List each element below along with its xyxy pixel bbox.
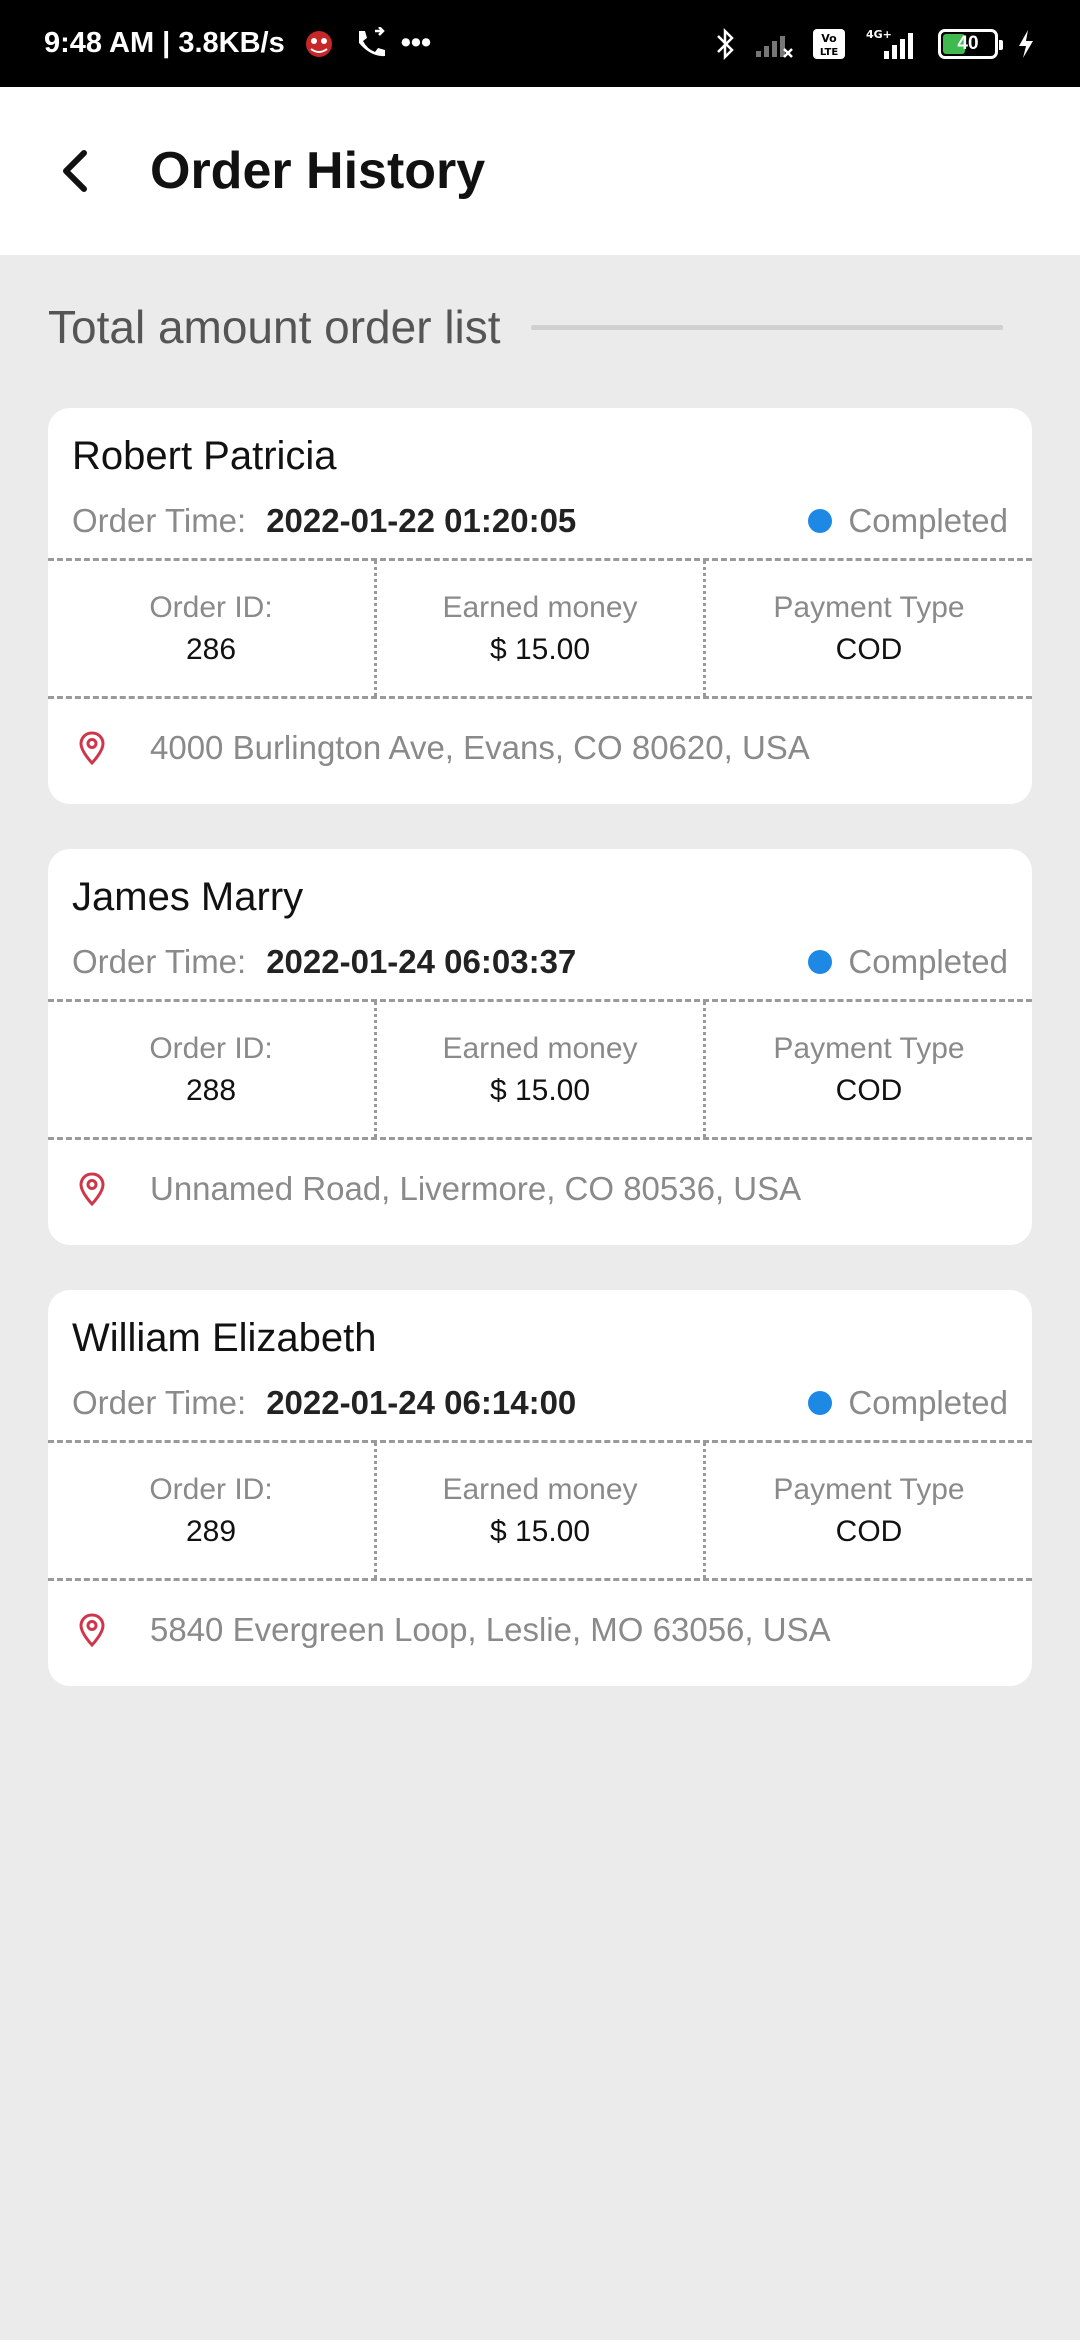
order-time-label: Order Time: bbox=[72, 1384, 247, 1421]
payment-type-column: Payment Type COD bbox=[703, 561, 1032, 696]
signal-weak-icon bbox=[754, 29, 794, 59]
order-id-label: Order ID: bbox=[149, 1472, 273, 1506]
order-time-value: 2022-01-24 06:03:37 bbox=[266, 943, 577, 980]
order-id-column: Order ID: 286 bbox=[48, 561, 374, 696]
order-card[interactable]: Robert Patricia Order Time: 2022-01-22 0… bbox=[48, 408, 1032, 804]
order-time-label: Order Time: bbox=[72, 502, 247, 539]
divider bbox=[48, 1137, 1032, 1140]
order-id-value: 289 bbox=[185, 1514, 237, 1548]
earned-money-label: Earned money bbox=[442, 590, 638, 624]
location-pin-icon bbox=[72, 1169, 112, 1209]
volte-icon: Vo LTE bbox=[812, 28, 846, 60]
battery-icon: 40 bbox=[938, 28, 1003, 59]
status-badge: Completed bbox=[808, 502, 1008, 540]
status-text: Completed bbox=[848, 943, 1008, 980]
divider bbox=[48, 696, 1032, 699]
order-id-column: Order ID: 288 bbox=[48, 1002, 374, 1137]
back-arrow-icon bbox=[63, 150, 87, 192]
payment-type-label: Payment Type bbox=[773, 590, 965, 624]
order-details: Order ID: 286 Earned money $ 15.00 Payme… bbox=[48, 561, 1032, 696]
order-time-value: 2022-01-24 06:14:00 bbox=[266, 1384, 577, 1421]
location-pin-icon bbox=[72, 728, 112, 768]
battery-level: 40 bbox=[957, 32, 979, 54]
back-button[interactable] bbox=[36, 131, 116, 211]
order-time: Order Time: 2022-01-22 01:20:05 bbox=[72, 502, 576, 540]
order-time-label: Order Time: bbox=[72, 943, 247, 980]
order-time: Order Time: 2022-01-24 06:03:37 bbox=[72, 943, 576, 981]
payment-type-column: Payment Type COD bbox=[703, 1002, 1032, 1137]
order-id-label: Order ID: bbox=[149, 590, 273, 624]
location-pin-icon bbox=[72, 1610, 112, 1650]
earned-money-value: $ 15.00 bbox=[489, 1073, 591, 1107]
earned-money-label: Earned money bbox=[442, 1472, 638, 1506]
svg-text:LTE: LTE bbox=[820, 47, 839, 58]
page-title: Order History bbox=[150, 142, 486, 200]
app-bar: Order History bbox=[0, 87, 1080, 255]
order-id-label: Order ID: bbox=[149, 1031, 273, 1065]
status-dot-icon bbox=[808, 950, 833, 974]
order-time: Order Time: 2022-01-24 06:14:00 bbox=[72, 1384, 576, 1422]
svg-text:Vo: Vo bbox=[821, 32, 837, 45]
order-id-column: Order ID: 289 bbox=[48, 1443, 374, 1578]
status-dot-icon bbox=[808, 1391, 833, 1415]
address-text: 4000 Burlington Ave, Evans, CO 80620, US… bbox=[150, 729, 810, 766]
order-id-value: 288 bbox=[185, 1073, 237, 1107]
call-forward-icon bbox=[353, 26, 389, 61]
status-more: ••• bbox=[400, 27, 432, 59]
status-time: 9:48 AM | 3.8KB/s bbox=[44, 27, 285, 59]
earned-money-value: $ 15.00 bbox=[489, 1514, 591, 1548]
customer-name: James Marry bbox=[72, 875, 304, 919]
charging-icon bbox=[1016, 28, 1036, 60]
order-details: Order ID: 288 Earned money $ 15.00 Payme… bbox=[48, 1002, 1032, 1137]
address: 4000 Burlington Ave, Evans, CO 80620, US… bbox=[72, 728, 810, 768]
status-bar: 9:48 AM | 3.8KB/s ••• Vo LTE 4G+ 40 bbox=[0, 0, 1080, 87]
status-badge: Completed bbox=[808, 943, 1008, 981]
customer-name: William Elizabeth bbox=[72, 1316, 377, 1360]
section-header: Total amount order list bbox=[48, 300, 1003, 354]
earned-money-label: Earned money bbox=[442, 1031, 638, 1065]
earned-money-column: Earned money $ 15.00 bbox=[374, 1002, 703, 1137]
status-badge: Completed bbox=[808, 1384, 1008, 1422]
payment-type-label: Payment Type bbox=[773, 1472, 965, 1506]
status-text: Completed bbox=[848, 502, 1008, 539]
customer-name: Robert Patricia bbox=[72, 434, 337, 478]
payment-type-value: COD bbox=[835, 1514, 903, 1548]
order-details: Order ID: 289 Earned money $ 15.00 Payme… bbox=[48, 1443, 1032, 1578]
bluetooth-icon bbox=[714, 27, 736, 61]
payment-type-value: COD bbox=[835, 632, 903, 666]
svg-text:4G+: 4G+ bbox=[866, 28, 892, 41]
earned-money-column: Earned money $ 15.00 bbox=[374, 561, 703, 696]
payment-type-value: COD bbox=[835, 1073, 903, 1107]
address-text: 5840 Evergreen Loop, Leslie, MO 63056, U… bbox=[150, 1611, 831, 1648]
emoji-sticker-icon bbox=[297, 27, 341, 61]
payment-type-column: Payment Type COD bbox=[703, 1443, 1032, 1578]
order-id-value: 286 bbox=[185, 632, 237, 666]
address: 5840 Evergreen Loop, Leslie, MO 63056, U… bbox=[72, 1610, 831, 1650]
order-card[interactable]: James Marry Order Time: 2022-01-24 06:03… bbox=[48, 849, 1032, 1245]
earned-money-column: Earned money $ 15.00 bbox=[374, 1443, 703, 1578]
address-text: Unnamed Road, Livermore, CO 80536, USA bbox=[150, 1170, 802, 1207]
order-time-value: 2022-01-22 01:20:05 bbox=[266, 502, 577, 539]
divider bbox=[48, 1578, 1032, 1581]
earned-money-value: $ 15.00 bbox=[489, 632, 591, 666]
status-text: Completed bbox=[848, 1384, 1008, 1421]
order-card[interactable]: William Elizabeth Order Time: 2022-01-24… bbox=[48, 1290, 1032, 1686]
payment-type-label: Payment Type bbox=[773, 1031, 965, 1065]
section-title: Total amount order list bbox=[48, 301, 501, 353]
status-dot-icon bbox=[808, 509, 833, 533]
section-divider bbox=[530, 324, 1003, 330]
address: Unnamed Road, Livermore, CO 80536, USA bbox=[72, 1169, 801, 1209]
4g-signal-icon: 4G+ bbox=[864, 27, 920, 61]
